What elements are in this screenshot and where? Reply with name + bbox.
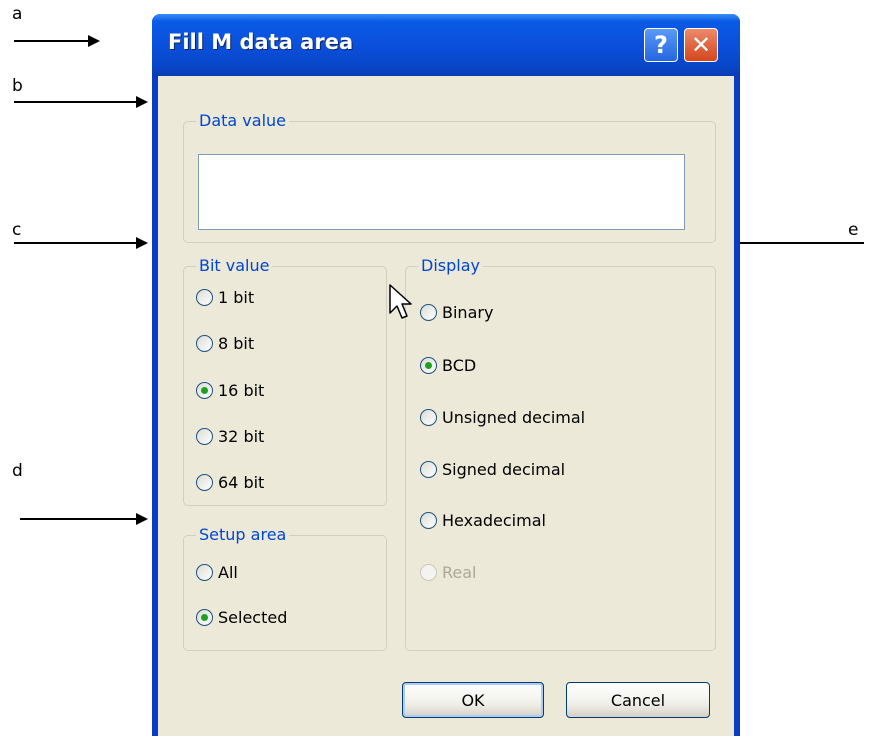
radio-button-icon (196, 335, 213, 352)
radio-binary[interactable]: Binary (420, 303, 493, 322)
callout-c: c (12, 220, 22, 240)
radio-label: Unsigned decimal (442, 408, 586, 427)
dialog-client-area: Data value Bit value 1 bit 8 bit 16 bit … (158, 76, 734, 736)
radio-label: 1 bit (218, 288, 255, 307)
radio-label: Hexadecimal (442, 511, 546, 530)
radio-all[interactable]: All (196, 563, 238, 582)
radio-button-icon (420, 512, 437, 529)
radio-button-disabled-icon (420, 564, 437, 581)
setup-area-label: Setup area (196, 524, 290, 546)
radio-signed-decimal[interactable]: Signed decimal (420, 460, 565, 479)
radio-label: 8 bit (218, 334, 255, 353)
callout-a-arrow (14, 35, 100, 47)
callout-c-arrow (14, 237, 148, 249)
radio-real: Real (420, 563, 477, 582)
mouse-pointer-icon (389, 284, 412, 319)
radio-button-icon (196, 474, 213, 491)
callout-b-arrow (14, 96, 148, 108)
display-group: Display (405, 255, 716, 651)
radio-16-bit[interactable]: 16 bit (196, 381, 264, 400)
setup-area-group: Setup area (183, 524, 387, 651)
radio-hexadecimal[interactable]: Hexadecimal (420, 511, 546, 530)
radio-button-icon (420, 461, 437, 478)
radio-label: Binary (442, 303, 494, 322)
radio-button-icon (420, 304, 437, 321)
help-icon[interactable]: ? (644, 28, 678, 62)
radio-label: Signed decimal (442, 460, 566, 479)
data-value-group: Data value (183, 110, 716, 243)
close-icon[interactable]: ✕ (684, 28, 718, 62)
dialog-title: Fill M data area (168, 30, 354, 54)
radio-button-checked-icon (196, 382, 213, 399)
radio-32-bit[interactable]: 32 bit (196, 427, 264, 446)
radio-button-icon (196, 289, 213, 306)
data-value-label: Data value (196, 110, 289, 132)
callout-d-arrow (20, 513, 148, 525)
radio-label: Real (442, 563, 477, 582)
radio-selected[interactable]: Selected (196, 608, 287, 627)
radio-label: 32 bit (218, 427, 265, 446)
radio-label: All (218, 563, 238, 582)
cancel-button[interactable]: Cancel (566, 682, 710, 718)
radio-8-bit[interactable]: 8 bit (196, 334, 254, 353)
display-label: Display (418, 255, 483, 277)
radio-bcd[interactable]: BCD (420, 356, 476, 375)
callout-d: d (12, 461, 23, 481)
data-value-input[interactable] (198, 154, 685, 230)
help-glyph: ? (654, 31, 668, 59)
callout-e: e (848, 220, 859, 240)
callout-a: a (12, 4, 23, 24)
fill-m-data-area-dialog: Fill M data area ? ✕ Data value Bit valu… (152, 14, 740, 736)
radio-button-icon (420, 409, 437, 426)
callout-b: b (12, 76, 23, 96)
close-glyph: ✕ (690, 31, 712, 59)
radio-button-icon (196, 428, 213, 445)
radio-button-icon (196, 564, 213, 581)
radio-button-checked-icon (420, 357, 437, 374)
radio-label: Selected (218, 608, 288, 627)
radio-unsigned-decimal[interactable]: Unsigned decimal (420, 408, 585, 427)
radio-label: 16 bit (218, 381, 265, 400)
radio-button-checked-icon (196, 609, 213, 626)
bit-value-label: Bit value (196, 255, 273, 277)
radio-label: 64 bit (218, 473, 265, 492)
radio-1-bit[interactable]: 1 bit (196, 288, 254, 307)
radio-64-bit[interactable]: 64 bit (196, 473, 264, 492)
title-bar[interactable]: Fill M data area ? ✕ (152, 14, 740, 76)
radio-label: BCD (442, 356, 477, 375)
ok-button[interactable]: OK (402, 682, 544, 718)
